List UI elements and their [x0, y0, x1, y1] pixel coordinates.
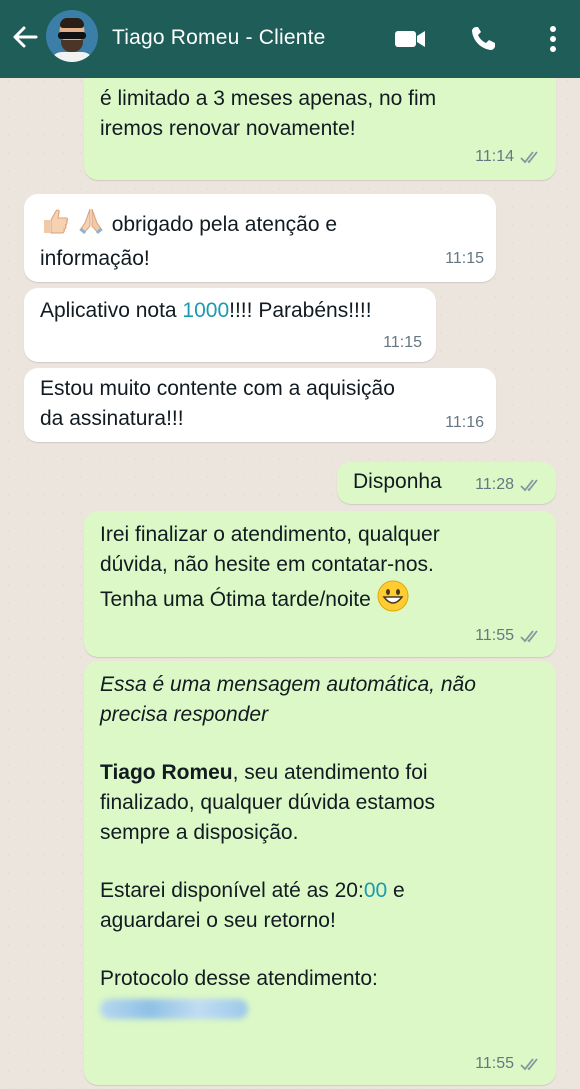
message-line: finalizado, qualquer dúvida estamos — [100, 791, 436, 814]
chat-header: Tiago Romeu - Cliente — [0, 0, 580, 78]
message-bubble-incoming[interactable]: Estou muito contente com a aquisição da … — [24, 368, 496, 442]
message-line: é limitado a 3 meses apenas, no fim — [100, 87, 437, 110]
message-line: Essa é uma mensagem automática, não — [100, 673, 476, 696]
avatar[interactable] — [46, 10, 98, 62]
thumbs-up-emoji-icon — [40, 207, 70, 244]
time-link[interactable]: 00 — [364, 879, 387, 902]
message-line: Estou muito contente com a aquisição — [40, 377, 395, 400]
message-text: Disponha — [353, 470, 442, 493]
double-check-icon — [520, 151, 538, 164]
message-line: da assinatura!!! — [40, 407, 184, 430]
message-bubble-outgoing[interactable]: Disponha 11:28 — [337, 462, 556, 504]
message-line: dúvida, não hesite em contatar-nos. — [100, 553, 434, 576]
message-bubble-incoming[interactable]: obrigado pela atenção e informação! 11:1… — [24, 194, 496, 282]
message-text: Estarei disponível até as 20: — [100, 879, 364, 902]
message-text: Aplicativo nota — [40, 299, 183, 322]
message-line: Protocolo desse atendimento: — [100, 967, 378, 990]
number-link[interactable]: 1000 — [182, 299, 229, 322]
phone-icon[interactable] — [468, 24, 502, 54]
message-line: Irei finalizar o atendimento, qualquer — [100, 523, 440, 546]
message-text: !!!! Parabéns!!!! — [229, 299, 372, 322]
message-text: , seu atendimento foi — [232, 761, 428, 784]
double-check-icon — [520, 479, 538, 492]
grinning-face-emoji-icon — [377, 580, 409, 621]
message-line: precisa responder — [100, 703, 269, 726]
message-line: iremos renovar novamente! — [100, 117, 356, 140]
message-text: e — [387, 879, 405, 902]
double-check-icon — [520, 1058, 538, 1071]
praying-hands-emoji-icon — [76, 207, 106, 244]
message-line: obrigado pela atenção e — [111, 213, 338, 237]
message-time: 11:14 — [475, 148, 514, 165]
arrow-left-icon[interactable] — [10, 22, 40, 52]
blurred-protocol-number — [100, 999, 248, 1020]
message-time: 11:55 — [475, 1055, 514, 1072]
message-time: 11:15 — [445, 250, 484, 267]
message-bubble-incoming[interactable]: Aplicativo nota 1000!!!! Parabéns!!!! 11… — [24, 288, 436, 362]
contact-name-bold: Tiago Romeu — [100, 761, 233, 784]
message-line: informação! — [40, 247, 150, 270]
message-time: 11:15 — [383, 334, 422, 351]
contact-name[interactable]: Tiago Romeu - Cliente — [112, 26, 326, 50]
message-line: sempre a disposição. — [100, 821, 299, 844]
video-camera-icon[interactable] — [393, 24, 427, 54]
message-line: Tenha uma Ótima tarde/noite — [100, 588, 371, 612]
message-line: aguardarei o seu retorno! — [100, 909, 336, 932]
message-bubble-outgoing[interactable]: Irei finalizar o atendimento, qualquer d… — [84, 511, 556, 657]
message-time: 11:16 — [445, 414, 484, 431]
message-bubble-outgoing[interactable]: Essa é uma mensagem automática, não prec… — [84, 661, 556, 1085]
double-check-icon — [520, 630, 538, 643]
message-time: 11:28 — [475, 476, 514, 493]
more-vertical-icon[interactable] — [536, 24, 570, 54]
message-time: 11:55 — [475, 627, 514, 644]
